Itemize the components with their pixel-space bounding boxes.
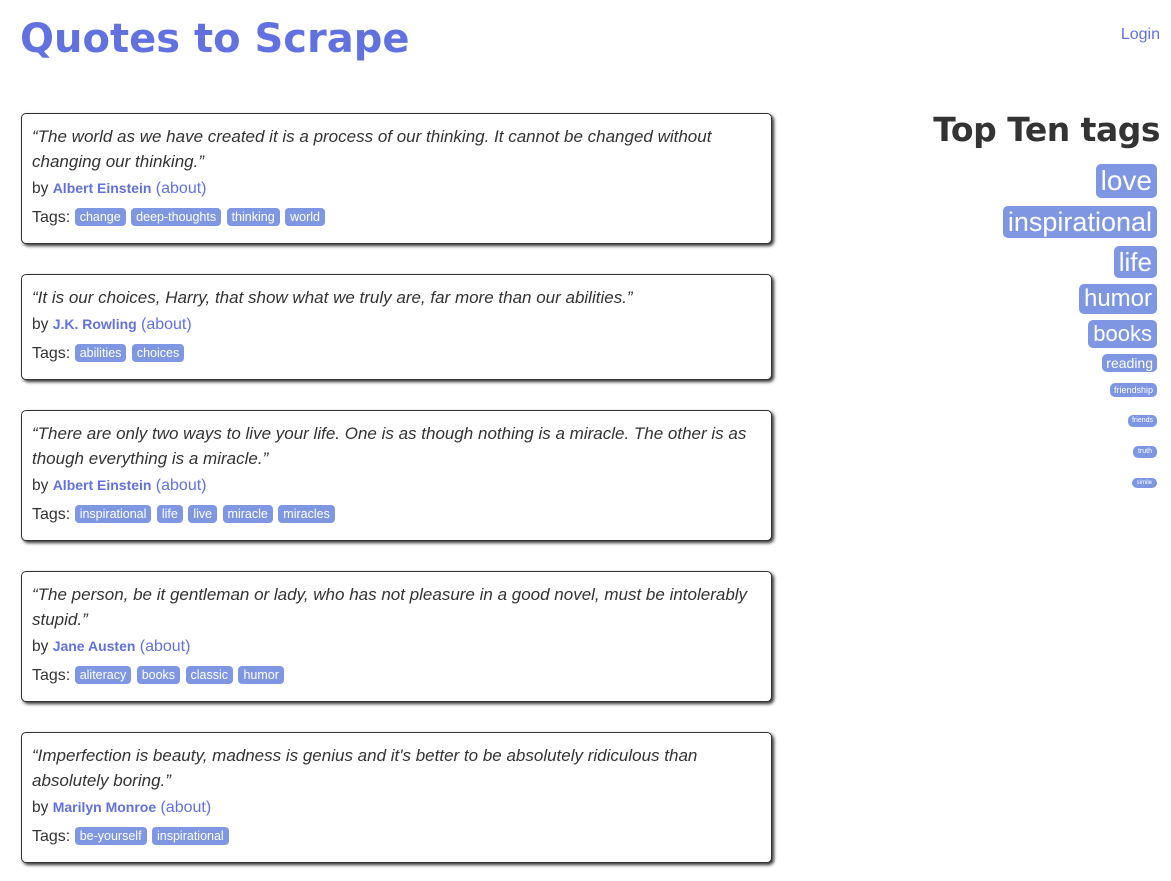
quote-text: “There are only two ways to live your li… <box>32 424 747 468</box>
page: Quotes to Scrape Login “The world as we … <box>0 0 1171 881</box>
quote-author: Albert Einstein <box>52 180 152 196</box>
quote-tags: Tags: change deep-thoughts thinking worl… <box>32 207 761 229</box>
quote-byline: by Albert Einstein (about) <box>32 177 761 200</box>
tag-link[interactable]: aliteracy <box>74 666 132 684</box>
quote-text: “Imperfection is beauty, madness is geni… <box>32 746 698 790</box>
tag-link[interactable]: books <box>136 666 181 684</box>
tag-link[interactable]: thinking <box>226 208 280 226</box>
top-tag-simile[interactable]: simile <box>1131 478 1157 488</box>
quote-text: “The world as we have created it is a pr… <box>32 127 712 171</box>
tag-link[interactable]: inspirational <box>152 827 229 845</box>
quote-tags: Tags: inspirational life live miracle mi… <box>32 504 761 526</box>
tag-link[interactable]: be-yourself <box>74 827 147 845</box>
tag-link[interactable]: choices <box>131 344 185 362</box>
tag-link[interactable]: live <box>188 505 218 523</box>
quote-text: “It is our choices, Harry, that show wha… <box>32 288 633 307</box>
tag-link[interactable]: miracles <box>278 505 335 523</box>
top-tags-sidebar: Top Ten tags love inspirational life hum… <box>900 108 1161 489</box>
by-label: by <box>32 638 49 655</box>
quote-tags: Tags: be-yourself inspirational <box>32 826 761 848</box>
by-label: by <box>32 316 49 333</box>
by-label: by <box>32 799 49 816</box>
tag-link[interactable]: abilities <box>74 344 127 362</box>
quote-card: “It is our choices, Harry, that show wha… <box>21 274 772 380</box>
by-label: by <box>32 477 49 494</box>
tag-link[interactable]: miracle <box>222 505 273 523</box>
top-tag-reading[interactable]: reading <box>1102 354 1157 372</box>
quote-card: “Imperfection is beauty, madness is geni… <box>21 732 772 863</box>
tags-label: Tags: <box>32 828 71 845</box>
tag-link[interactable]: life <box>156 505 183 523</box>
quote-card: “The person, be it gentleman or lady, wh… <box>21 571 772 702</box>
author-about-link[interactable]: (about) <box>160 799 211 816</box>
tag-link[interactable]: humor <box>238 666 284 684</box>
top-tag-inspirational[interactable]: inspirational <box>1002 206 1157 238</box>
login-link[interactable]: Login <box>1121 26 1160 44</box>
by-label: by <box>32 180 49 197</box>
quote-tags: Tags: abilities choices <box>32 343 761 365</box>
top-tag-life[interactable]: life <box>1113 246 1157 278</box>
author-about-link[interactable]: (about) <box>141 316 192 333</box>
top-tag-books[interactable]: books <box>1088 320 1157 348</box>
tags-label: Tags: <box>32 209 71 226</box>
quote-text: “The person, be it gentleman or lady, wh… <box>32 585 748 629</box>
tag-link[interactable]: inspirational <box>74 505 152 523</box>
quote-byline: by Jane Austen (about) <box>32 635 761 658</box>
quote-card: “The world as we have created it is a pr… <box>21 113 772 244</box>
quote-tags: Tags: aliteracy books classic humor <box>32 665 761 687</box>
top-tag-humor[interactable]: humor <box>1078 284 1157 314</box>
quote-byline: by Albert Einstein (about) <box>32 474 761 497</box>
top-tag-friendship[interactable]: friendship <box>1109 383 1157 397</box>
site-title-link[interactable]: Quotes to Scrape <box>20 14 409 64</box>
top-tag-friends[interactable]: friends <box>1127 415 1157 427</box>
quote-author: Jane Austen <box>52 638 136 654</box>
author-about-link[interactable]: (about) <box>156 477 207 494</box>
top-tag-love[interactable]: love <box>1095 164 1157 198</box>
quote-author: Marilyn Monroe <box>52 799 157 815</box>
author-about-link[interactable]: (about) <box>140 638 191 655</box>
tag-link[interactable]: world <box>285 208 325 226</box>
quote-card: “There are only two ways to live your li… <box>21 410 772 541</box>
tags-label: Tags: <box>32 667 71 684</box>
sidebar-title: Top Ten tags <box>933 110 1160 149</box>
quote-byline: by Marilyn Monroe (about) <box>32 796 761 819</box>
tag-link[interactable]: change <box>74 208 126 226</box>
quote-author: Albert Einstein <box>52 477 152 493</box>
quote-byline: by J.K. Rowling (about) <box>32 313 761 336</box>
quote-list: “The world as we have created it is a pr… <box>21 113 772 863</box>
top-tag-truth[interactable]: truth <box>1132 446 1157 458</box>
quote-author: J.K. Rowling <box>52 316 137 332</box>
author-about-link[interactable]: (about) <box>156 180 207 197</box>
tags-label: Tags: <box>32 506 71 523</box>
tag-link[interactable]: deep-thoughts <box>131 208 222 226</box>
tags-label: Tags: <box>32 345 71 362</box>
tag-link[interactable]: classic <box>185 666 234 684</box>
